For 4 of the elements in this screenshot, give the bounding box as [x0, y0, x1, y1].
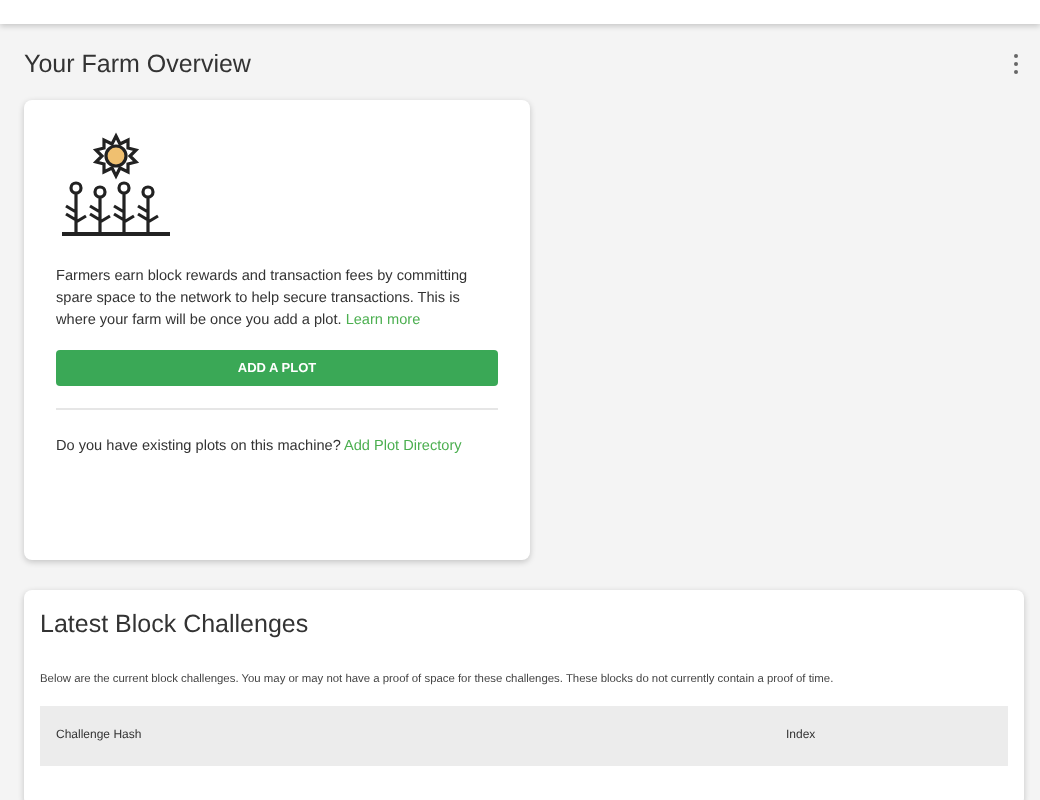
- more-icon[interactable]: [1012, 52, 1020, 76]
- farm-drawing: [56, 132, 176, 240]
- challenges-title: Latest Block Challenges: [40, 610, 311, 638]
- page-title: Your Farm Overview: [24, 50, 251, 78]
